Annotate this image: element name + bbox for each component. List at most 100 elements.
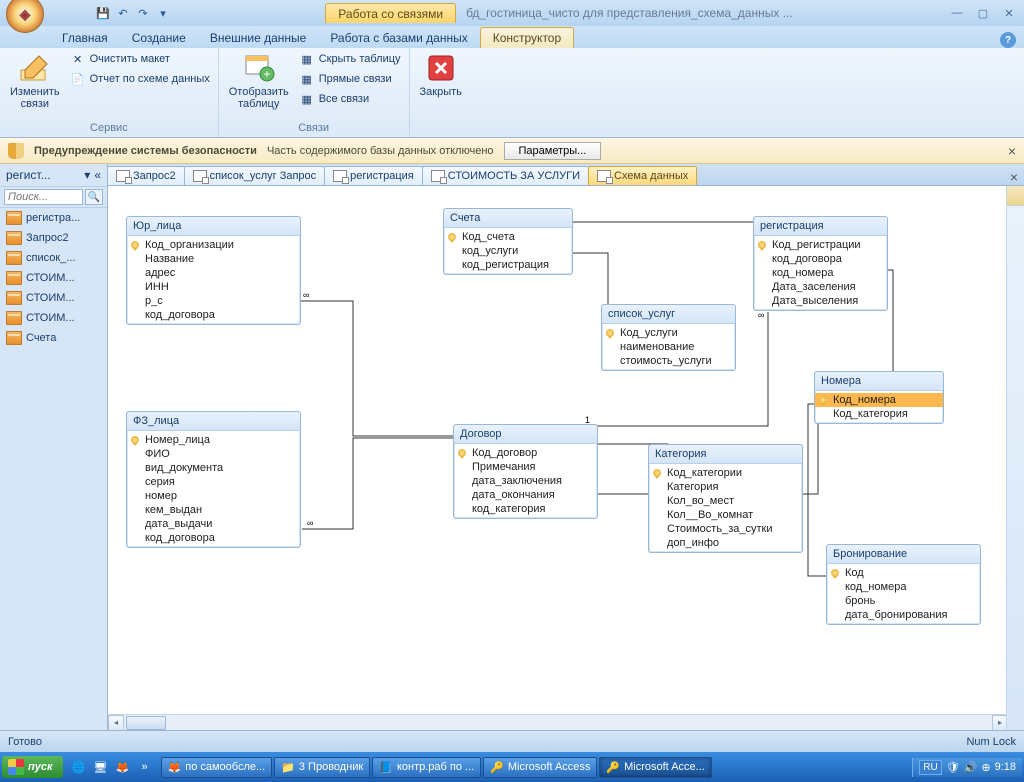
taskbar-task[interactable]: 🔑Microsoft Access <box>483 757 597 778</box>
save-icon[interactable]: 💾 <box>94 4 112 22</box>
table-field[interactable]: код_договора <box>127 531 300 545</box>
security-options-button[interactable]: Параметры... <box>504 142 602 160</box>
table-fz-lica[interactable]: ФЗ_лицаНомер_лицаФИОвид_документасерияно… <box>126 411 301 548</box>
tab-design[interactable]: Конструктор <box>480 27 574 48</box>
tab-home[interactable]: Главная <box>50 28 120 48</box>
table-field[interactable]: Название <box>127 252 300 266</box>
ql-chevron-icon[interactable]: » <box>135 756 155 778</box>
clear-layout-button[interactable]: ✕Очистить макет <box>68 50 212 68</box>
undo-icon[interactable]: ↶ <box>114 4 132 22</box>
tab-database-tools[interactable]: Работа с базами данных <box>318 28 479 48</box>
table-field[interactable]: стоимость_услуги <box>602 354 735 368</box>
doc-tab[interactable]: СТОИМОСТЬ ЗА УСЛУГИ <box>422 166 589 185</box>
show-table-button[interactable]: + Отобразить таблицу <box>225 50 293 112</box>
direct-relations-button[interactable]: ▦Прямые связи <box>297 70 403 88</box>
firefox-icon[interactable]: 🦊 <box>113 756 133 778</box>
nav-search-input[interactable] <box>4 189 83 205</box>
schema-report-button[interactable]: 📄Отчет по схеме данных <box>68 70 212 88</box>
tray-icon[interactable]: ⊕ <box>981 761 990 774</box>
security-close-button[interactable]: × <box>1008 143 1016 159</box>
table-field[interactable]: доп_инфо <box>649 536 802 550</box>
help-icon[interactable]: ? <box>1000 32 1016 48</box>
nav-collapse-icon[interactable]: « <box>94 168 101 182</box>
nav-item[interactable]: СТОИМ... <box>0 288 107 308</box>
table-field[interactable]: код_номера <box>754 266 887 280</box>
nav-search-go-button[interactable]: 🔍 <box>85 189 103 205</box>
scroll-thumb[interactable] <box>126 716 166 730</box>
nav-item[interactable]: регистра... <box>0 208 107 228</box>
table-field[interactable]: ИНН <box>127 280 300 294</box>
table-field[interactable]: Кол_во_мест <box>649 494 802 508</box>
clock[interactable]: 9:18 <box>995 761 1016 773</box>
table-field[interactable]: Код_регистрации <box>754 238 887 252</box>
taskbar-task[interactable]: 📁3 Проводник <box>274 757 370 778</box>
restore-button[interactable]: ▢ <box>972 5 994 21</box>
table-field[interactable]: Код_категории <box>649 466 802 480</box>
table-bronirovanie[interactable]: БронированиеКодкод_номераброньдата_брони… <box>826 544 981 625</box>
table-scheta[interactable]: СчетаКод_счетакод_услугикод_регистрация <box>443 208 573 275</box>
table-field[interactable]: дата_бронирования <box>827 608 980 622</box>
table-field[interactable]: бронь <box>827 594 980 608</box>
qat-dropdown-icon[interactable]: ▾ <box>154 4 172 22</box>
edit-relations-button[interactable]: Изменить связи <box>6 50 64 112</box>
close-design-button[interactable]: Закрыть <box>416 50 466 100</box>
table-field[interactable]: дата_выдачи <box>127 517 300 531</box>
nav-item[interactable]: СТОИМ... <box>0 268 107 288</box>
table-field[interactable]: наименование <box>602 340 735 354</box>
language-indicator[interactable]: RU <box>919 760 941 775</box>
scroll-left-button[interactable]: ◂ <box>108 715 124 731</box>
doc-tab[interactable]: список_услуг Запрос <box>184 166 326 185</box>
table-field[interactable]: дата_окончания <box>454 488 597 502</box>
table-field[interactable]: Код <box>827 566 980 580</box>
minimize-button[interactable]: — <box>946 5 968 21</box>
table-field[interactable]: Кол__Во_комнат <box>649 508 802 522</box>
tab-external[interactable]: Внешние данные <box>198 28 319 48</box>
nav-item[interactable]: Счета <box>0 328 107 348</box>
table-field[interactable]: код_услуги <box>444 244 572 258</box>
table-field[interactable]: Номер_лица <box>127 433 300 447</box>
table-field[interactable]: Код_номера <box>815 393 943 407</box>
table-field[interactable]: Код_счета <box>444 230 572 244</box>
horizontal-scrollbar[interactable]: ◂ ▸ <box>108 714 1008 730</box>
table-field[interactable]: Код_услуги <box>602 326 735 340</box>
table-field[interactable]: номер <box>127 489 300 503</box>
table-registracia[interactable]: регистрацияКод_регистрациикод_договорако… <box>753 216 888 311</box>
table-field[interactable]: Категория <box>649 480 802 494</box>
hide-table-button[interactable]: ▦Скрыть таблицу <box>297 50 403 68</box>
table-field[interactable]: код_договора <box>754 252 887 266</box>
doc-tab-schema[interactable]: Схема данных <box>588 166 697 185</box>
table-field[interactable]: Код_организации <box>127 238 300 252</box>
table-field[interactable]: Примечания <box>454 460 597 474</box>
table-field[interactable]: Код_договор <box>454 446 597 460</box>
relationship-canvas[interactable]: ∞1 ∞ ∞1 ∞1 1∞ ∞1 ∞1 ∞1 ∞1 ∞ <box>108 186 1024 730</box>
table-kategoria[interactable]: КатегорияКод_категорииКатегорияКол_во_ме… <box>648 444 803 553</box>
table-nomera[interactable]: НомераКод_номераКод_категория <box>814 371 944 424</box>
table-dogovor[interactable]: ДоговорКод_договорПримечаниядата_заключе… <box>453 424 598 519</box>
table-field[interactable]: Дата_заселения <box>754 280 887 294</box>
table-field[interactable]: вид_документа <box>127 461 300 475</box>
tray-icon[interactable]: 🛡 <box>946 761 960 774</box>
all-relations-button[interactable]: ▦Все связи <box>297 90 403 108</box>
doc-tab[interactable]: регистрация <box>324 166 423 185</box>
tab-create[interactable]: Создание <box>120 28 198 48</box>
doc-tab[interactable]: Запрос2 <box>107 166 185 185</box>
table-field[interactable]: код_категория <box>454 502 597 516</box>
table-field[interactable]: адрес <box>127 266 300 280</box>
nav-item[interactable]: список_... <box>0 248 107 268</box>
ie-icon[interactable]: 🌐 <box>69 756 89 778</box>
taskbar-task[interactable]: 📘контр.раб по ... <box>372 757 481 778</box>
nav-header[interactable]: регист... ▾ « <box>0 164 107 187</box>
table-field[interactable]: Дата_выселения <box>754 294 887 308</box>
table-field[interactable]: код_регистрация <box>444 258 572 272</box>
table-spisok-uslug[interactable]: список_услугКод_услугинаименованиестоимо… <box>601 304 736 371</box>
start-button[interactable]: пуск <box>2 756 63 778</box>
table-field[interactable]: код_договора <box>127 308 300 322</box>
table-field[interactable]: кем_выдан <box>127 503 300 517</box>
table-field[interactable]: Стоимость_за_сутки <box>649 522 802 536</box>
table-field[interactable]: серия <box>127 475 300 489</box>
redo-icon[interactable]: ↷ <box>134 4 152 22</box>
taskbar-task[interactable]: 🔑Microsoft Acce... <box>599 757 711 778</box>
nav-item[interactable]: Запрос2 <box>0 228 107 248</box>
tray-icon[interactable]: 🔊 <box>964 761 978 774</box>
table-field[interactable]: ФИО <box>127 447 300 461</box>
